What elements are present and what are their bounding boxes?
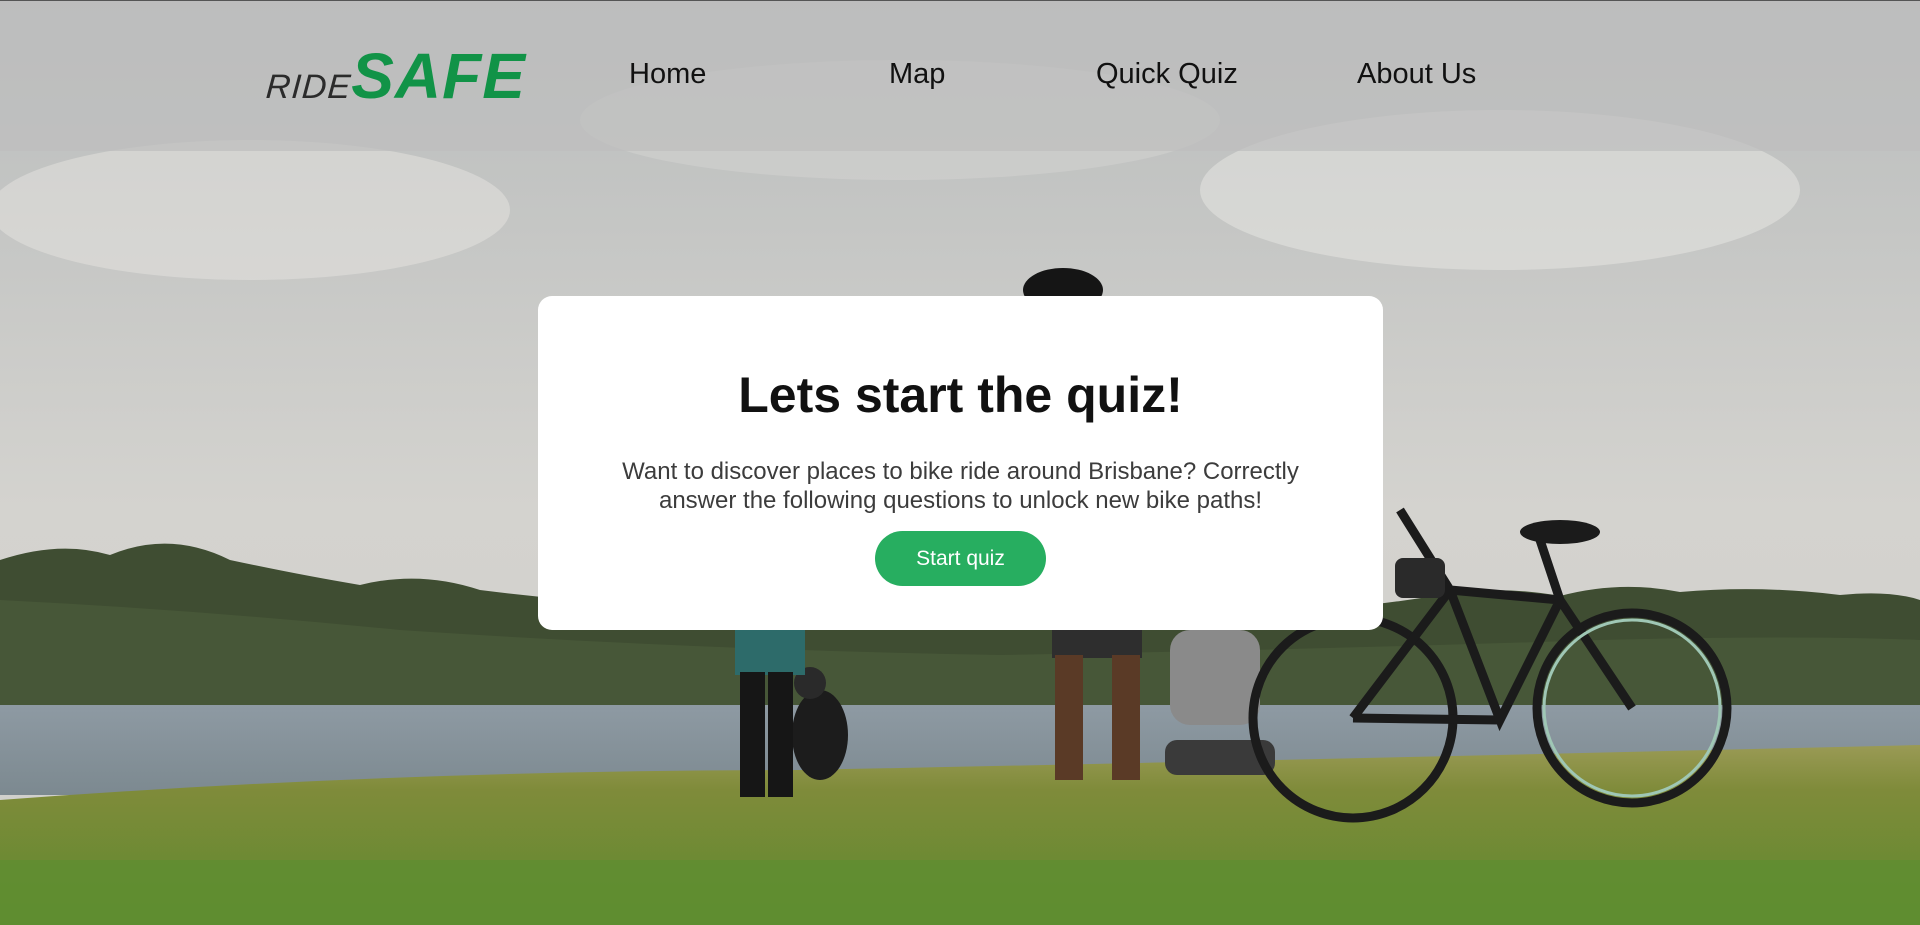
- nav-quick-quiz-link[interactable]: Quick Quiz: [1096, 58, 1238, 91]
- quiz-description: Want to discover places to bike ride aro…: [622, 458, 1299, 514]
- site-header: RIDE SAFE Home Map Quick Quiz About Us: [0, 0, 1920, 151]
- nav-about-us-link[interactable]: About Us: [1357, 58, 1476, 91]
- main-nav: Home Map Quick Quiz About Us: [0, 1, 1920, 152]
- nav-home-link[interactable]: Home: [629, 58, 706, 91]
- quiz-title: Lets start the quiz!: [738, 367, 1183, 423]
- quiz-intro-card: Lets start the quiz! Want to discover pl…: [538, 296, 1383, 630]
- nav-map-link[interactable]: Map: [889, 58, 945, 91]
- start-quiz-button[interactable]: Start quiz: [875, 531, 1046, 586]
